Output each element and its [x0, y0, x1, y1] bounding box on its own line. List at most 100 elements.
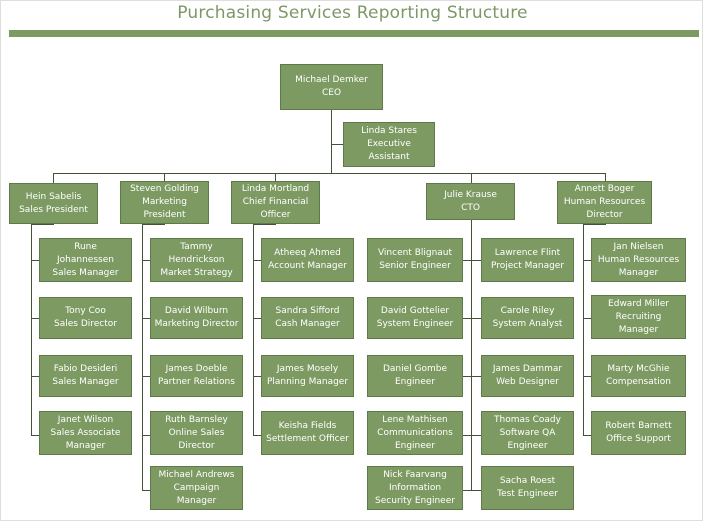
- node-col6-r4-name: Robert Barnett: [605, 421, 672, 431]
- node-col3-report-3[interactable]: James Mosely Planning Manager: [261, 355, 354, 397]
- connector-col2-spine: [142, 224, 143, 490]
- node-col3-report-2[interactable]: Sandra Sifford Cash Manager: [261, 297, 354, 339]
- connector-col5-stub-5: [471, 490, 481, 491]
- node-col5-r4-role1: Software QA: [499, 427, 556, 438]
- node-col2-report-4[interactable]: Ruth Barnsley Online Sales Director: [150, 411, 243, 455]
- connector-col2-stub-1: [142, 260, 150, 261]
- node-col6-r1-name: Jan Nielsen: [613, 241, 664, 252]
- connector-col6-stub-2: [583, 318, 591, 319]
- connector-exec-drop-1: [53, 173, 54, 183]
- node-col3-r1-name: Atheeq Ahmed: [274, 248, 341, 258]
- node-assistant[interactable]: Linda Stares Executive Assistant: [343, 122, 435, 167]
- node-exec-1-role: Sales President: [19, 204, 88, 215]
- node-col6-r2-role1: Recruiting: [615, 311, 662, 322]
- node-col4-report-2[interactable]: David Gottelier System Engineer: [367, 297, 463, 339]
- node-col4-r3-role: Engineer: [394, 377, 436, 387]
- node-col6-r2-name: Edward Miller: [608, 298, 669, 309]
- node-col2-r3-role: Partner Relations: [158, 377, 235, 387]
- node-col1-r1-name1: Rune: [74, 241, 97, 252]
- node-col5-report-4[interactable]: Thomas Coady Software QA Engineer: [481, 411, 574, 455]
- node-exec-3-name: Linda Mortland: [241, 184, 310, 194]
- node-exec-5-role-1: Human Resources: [563, 197, 646, 207]
- connector-col3-spine: [253, 224, 254, 436]
- node-col3-r3-role: Planning Manager: [266, 377, 349, 387]
- node-col6-r4-role: Office Support: [606, 434, 671, 444]
- node-col1-r1-name2: Johannessen: [57, 254, 114, 265]
- connector-col3-spine-top: [253, 224, 275, 225]
- node-col4-r5-role2: Security Engineer: [375, 495, 455, 506]
- node-ceo[interactable]: Michael Demker CEO: [280, 64, 383, 110]
- node-col4-report-1[interactable]: Vincent Blignaut Senior Engineer: [367, 238, 463, 282]
- node-col3-r4-name: Keisha Fields: [278, 421, 337, 431]
- node-col2-report-5[interactable]: Michael Andrews Campaign Manager: [150, 466, 243, 510]
- node-col1-r3-name: Fabio Desideri: [53, 364, 118, 374]
- node-col5-r3-name: James Dammar: [492, 364, 563, 374]
- node-assistant-name: Linda Stares: [361, 126, 417, 136]
- node-col2-r1-role: Market Strategy: [160, 267, 233, 278]
- node-exec-cfo[interactable]: Linda Mortland Chief Financial Officer: [231, 181, 320, 224]
- node-col5-report-2[interactable]: Carole Riley System Analyst: [481, 297, 574, 339]
- node-col2-r3-name: James Doeble: [165, 364, 228, 374]
- node-col4-r4-role2: Engineer: [394, 440, 436, 451]
- node-col3-r2-role: Cash Manager: [275, 319, 340, 329]
- node-assistant-role-2: Assistant: [368, 152, 410, 162]
- node-col2-r4-role1: Online Sales: [168, 427, 225, 438]
- node-col4-r5-role1: Information: [388, 482, 442, 493]
- connector-col6-stub-1: [583, 260, 591, 261]
- node-col2-report-1[interactable]: Tammy Hendrickson Market Strategy: [150, 238, 243, 282]
- node-col4-r1-name: Vincent Blignaut: [377, 248, 453, 258]
- node-col2-r2-name: David Wilburn: [164, 306, 229, 316]
- title-divider: [9, 30, 699, 37]
- node-ceo-name: Michael Demker: [295, 75, 368, 85]
- node-col1-r4-name: Janet Wilson: [57, 414, 114, 425]
- node-col5-report-1[interactable]: Lawrence Flint Project Manager: [481, 238, 574, 282]
- title-area: Purchasing Services Reporting Structure: [1, 1, 702, 41]
- node-col5-r2-name: Carole Riley: [500, 306, 555, 316]
- node-col4-report-3[interactable]: Daniel Gombe Engineer: [367, 355, 463, 397]
- node-col6-report-4[interactable]: Robert Barnett Office Support: [591, 411, 686, 455]
- node-exec-marketing-president[interactable]: Steven Golding Marketing President: [120, 181, 209, 224]
- node-col5-r1-name: Lawrence Flint: [494, 248, 561, 258]
- node-col5-report-5[interactable]: Sacha Roest Test Engineer: [481, 466, 574, 510]
- node-col3-report-1[interactable]: Atheeq Ahmed Account Manager: [261, 238, 354, 282]
- node-col6-report-1[interactable]: Jan Nielsen Human Resources Manager: [591, 238, 686, 282]
- node-col6-report-3[interactable]: Marty McGhie Compensation: [591, 355, 686, 397]
- node-col4-r4-role1: Communications: [377, 427, 453, 438]
- node-col3-report-4[interactable]: Keisha Fields Settlement Officer: [261, 411, 354, 455]
- node-col1-report-3[interactable]: Fabio Desideri Sales Manager: [39, 355, 132, 397]
- node-col3-r3-name: James Mosely: [276, 364, 339, 374]
- node-exec-hr-director[interactable]: Annett Boger Human Resources Director: [557, 181, 652, 224]
- node-exec-sales-president[interactable]: Hein Sabelis Sales President: [9, 183, 98, 224]
- connector-col2-stub-4: [142, 435, 150, 436]
- node-col4-report-4[interactable]: Lene Mathisen Communications Engineer: [367, 411, 463, 455]
- node-col6-r3-role: Compensation: [606, 377, 671, 387]
- node-col1-report-4[interactable]: Janet Wilson Sales Associate Manager: [39, 411, 132, 455]
- connector-col4-stub-3: [463, 376, 471, 377]
- node-col4-report-5[interactable]: Nick Faarvang Information Security Engin…: [367, 466, 463, 510]
- connector-col6-spine: [583, 224, 584, 436]
- node-col4-r5-name: Nick Faarvang: [383, 469, 447, 480]
- node-col1-r3-role: Sales Manager: [52, 377, 119, 387]
- node-col6-r3-name: Marty McGhie: [607, 364, 670, 374]
- node-col1-report-2[interactable]: Tony Coo Sales Director: [39, 297, 132, 339]
- node-col3-r1-role: Account Manager: [268, 261, 347, 271]
- node-col4-r4-name: Lene Mathisen: [382, 414, 448, 425]
- node-exec-3-role-2: Officer: [260, 210, 291, 220]
- node-col4-r2-role: System Engineer: [376, 319, 454, 329]
- connector-exec-drop-4: [471, 173, 472, 183]
- node-col5-report-3[interactable]: James Dammar Web Designer: [481, 355, 574, 397]
- page-title: Purchasing Services Reporting Structure: [177, 3, 528, 23]
- connector-col1-stub-1: [31, 260, 39, 261]
- node-col6-report-2[interactable]: Edward Miller Recruiting Manager: [591, 295, 686, 339]
- node-exec-cto[interactable]: Julie Krause CTO: [426, 183, 515, 220]
- node-col6-r1-role1: Human Resources: [597, 254, 680, 265]
- node-col2-report-2[interactable]: David Wilburn Marketing Director: [150, 297, 243, 339]
- node-col2-report-3[interactable]: James Doeble Partner Relations: [150, 355, 243, 397]
- node-col2-r5-name: Michael Andrews: [158, 469, 235, 480]
- node-exec-1-name: Hein Sabelis: [25, 191, 82, 202]
- node-col1-report-1[interactable]: Rune Johannessen Sales Manager: [39, 238, 132, 282]
- node-col5-r5-name: Sacha Roest: [499, 476, 556, 486]
- node-col5-r4-role2: Engineer: [507, 440, 548, 451]
- connector-col3-stub-4: [253, 435, 261, 436]
- connector-col6-spine-top: [583, 224, 605, 225]
